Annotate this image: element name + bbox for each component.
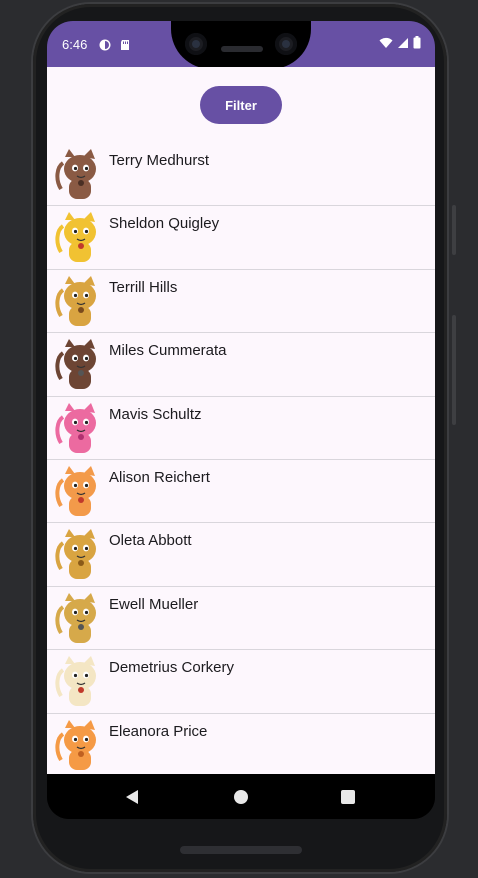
list-item-name: Miles Cummerata xyxy=(109,342,227,360)
volume-button xyxy=(452,315,456,425)
main-content: Filter Terry Medhurst Sheldon Quigley Terr… xyxy=(47,67,435,774)
list-item-name: Eleanora Price xyxy=(109,722,208,740)
home-icon[interactable] xyxy=(234,790,248,804)
list-item-name: Alison Reichert xyxy=(109,468,210,486)
earpiece xyxy=(221,46,263,52)
user-list: Terry Medhurst Sheldon Quigley Terrill Hil… xyxy=(47,143,435,774)
status-time: 6:46 xyxy=(62,37,88,52)
camera-notch xyxy=(171,21,311,69)
front-camera-icon xyxy=(275,33,297,55)
cat-avatar-icon xyxy=(55,339,103,390)
navigation-bar xyxy=(47,774,435,819)
list-item[interactable]: Terrill Hills xyxy=(47,270,435,334)
cat-avatar-icon xyxy=(55,529,103,580)
cat-avatar-icon xyxy=(55,402,103,453)
list-item[interactable]: Miles Cummerata xyxy=(47,333,435,397)
notification-icon xyxy=(99,38,111,51)
list-item[interactable]: Mavis Schultz xyxy=(47,397,435,460)
battery-icon xyxy=(413,36,421,54)
cat-avatar-icon xyxy=(55,465,103,516)
cat-avatar-icon xyxy=(55,212,103,263)
list-item[interactable]: Demetrius Corkery xyxy=(47,650,435,714)
power-button xyxy=(452,205,456,255)
cat-avatar-icon xyxy=(55,149,103,199)
list-item-name: Ewell Mueller xyxy=(109,595,199,613)
list-item-name: Demetrius Corkery xyxy=(109,659,235,677)
sd-card-icon xyxy=(119,38,131,50)
list-item[interactable]: Eleanora Price xyxy=(47,714,435,774)
list-item[interactable]: Oleta Abbott xyxy=(47,523,435,587)
front-camera-icon xyxy=(185,33,207,55)
list-item-name: Terry Medhurst xyxy=(109,152,210,169)
list-item-name: Mavis Schultz xyxy=(109,405,202,423)
signal-icon xyxy=(397,36,409,54)
list-item[interactable]: Terry Medhurst xyxy=(47,143,435,207)
wifi-icon xyxy=(379,36,393,54)
back-icon[interactable] xyxy=(125,789,139,810)
cat-avatar-icon xyxy=(55,719,103,770)
cat-avatar-icon xyxy=(55,656,103,707)
cat-avatar-icon xyxy=(55,275,103,326)
bottom-speaker-grille xyxy=(180,846,302,854)
status-bar: 6:46 xyxy=(47,21,435,69)
list-item-name: Terrill Hills xyxy=(109,278,178,296)
list-item[interactable]: Sheldon Quigley xyxy=(47,206,435,270)
list-item[interactable]: Alison Reichert xyxy=(47,460,435,524)
device-screen: 6:46 Filter Terry Medhurst Sheldon Quigl… xyxy=(47,21,435,819)
list-item[interactable]: Ewell Mueller xyxy=(47,587,435,651)
system-icons xyxy=(379,36,421,54)
filter-button[interactable]: Filter xyxy=(200,86,282,124)
list-item-name: Sheldon Quigley xyxy=(109,215,220,233)
cat-avatar-icon xyxy=(55,592,103,643)
list-item-name: Oleta Abbott xyxy=(109,532,192,550)
recents-icon[interactable] xyxy=(341,790,355,804)
